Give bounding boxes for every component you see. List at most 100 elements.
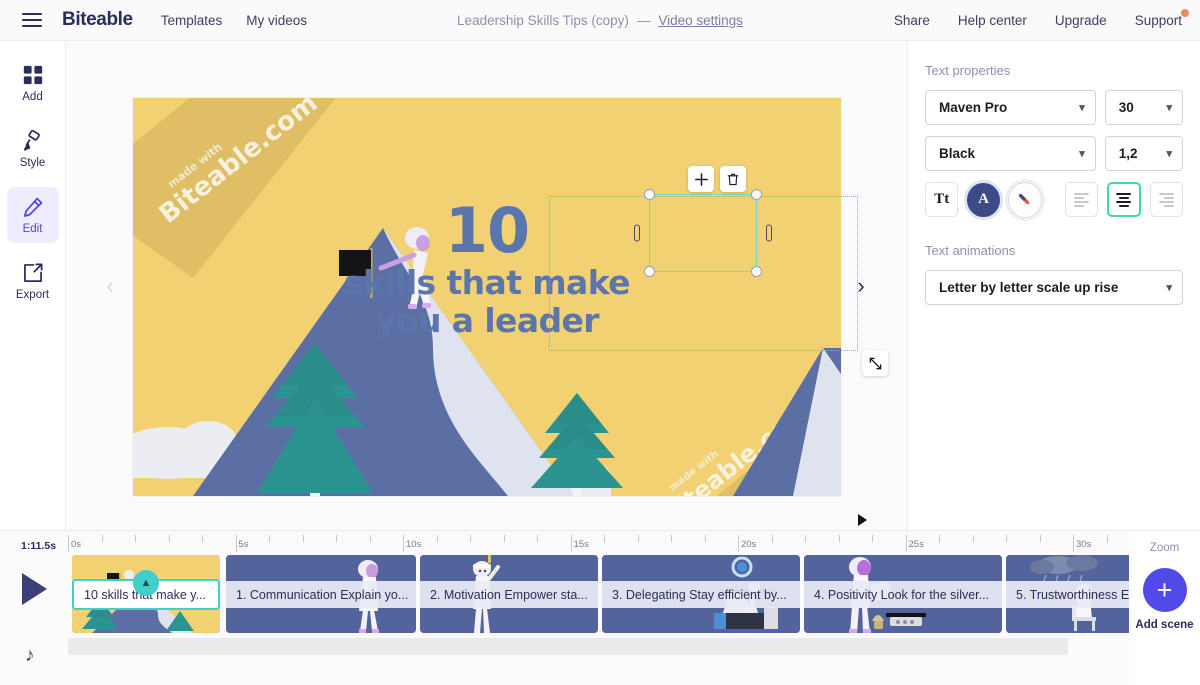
timeline: 1:11.5s ♪ 0s 5s 10s 15s 20s 25s 30s ▲ 10…	[0, 530, 1200, 685]
font-weight-value: Black	[939, 146, 976, 161]
audio-track[interactable]	[68, 638, 1068, 655]
canvas-area: ‹ › made with Biteable.com made with Bit…	[66, 41, 907, 530]
zoom-label: Zoom	[1149, 542, 1180, 554]
ruler-tick-minor	[202, 535, 203, 542]
text-case-label: Tt	[934, 191, 950, 207]
selection-toolbar	[688, 166, 746, 192]
ruler-tick-minor	[537, 535, 538, 542]
hamburger-icon[interactable]	[22, 13, 42, 27]
ruler-tick-minor	[872, 535, 873, 542]
pencil-icon	[23, 197, 42, 217]
scene-caption-4: 3. Delegating Stay efficient by...	[602, 581, 800, 608]
ruler-tick-minor	[1039, 535, 1041, 542]
scene-collapse-button[interactable]: ▲	[133, 570, 159, 596]
nav-templates[interactable]: Templates	[161, 13, 223, 28]
ruler-tick-minor	[369, 535, 371, 542]
highlighter-button[interactable]	[1008, 182, 1042, 217]
text-case-button[interactable]: Tt	[925, 182, 959, 217]
font-family-select[interactable]: Maven Pro ▾	[925, 90, 1096, 125]
align-center-button[interactable]	[1107, 182, 1141, 217]
resize-corner-icon	[869, 357, 881, 369]
rail-item-style[interactable]: Style	[7, 121, 59, 177]
scene-thumbnail-2[interactable]: 1. Communication Explain yo...	[226, 555, 416, 633]
chevron-down-icon: ▾	[1079, 102, 1085, 114]
biteable-editor: Biteable Templates My videos Leadership …	[0, 0, 1200, 685]
preview-play-button[interactable]	[858, 514, 867, 526]
font-size-select[interactable]: 30 ▾	[1104, 90, 1183, 125]
chevron-down-icon: ▾	[1166, 102, 1172, 114]
line-height-select[interactable]: 1,2 ▾	[1104, 136, 1183, 171]
align-right-icon	[1158, 191, 1174, 209]
text-selection-box[interactable]	[634, 189, 772, 277]
notification-dot-icon	[1181, 9, 1189, 17]
add-scene-label: Add scene	[1135, 619, 1194, 631]
rail-label-add: Add	[22, 90, 43, 103]
ruler-tick-label: 25s	[908, 539, 924, 550]
resize-handle-top-right[interactable]	[751, 189, 762, 200]
resize-handle-left[interactable]	[634, 224, 640, 242]
ruler-tick-minor	[168, 535, 170, 542]
text-animation-select[interactable]: Letter by letter scale up rise ▾	[925, 270, 1183, 305]
previous-scene-arrow[interactable]: ‹	[96, 272, 124, 300]
ruler-tick-minor	[972, 535, 974, 542]
video-settings-link[interactable]: Video settings	[658, 13, 743, 28]
brand-logo[interactable]: Biteable	[62, 9, 133, 31]
export-icon	[23, 263, 42, 282]
scene-caption-2: 1. Communication Explain yo...	[226, 581, 416, 608]
text-color-button[interactable]: A	[967, 182, 1000, 217]
rail-item-export[interactable]: Export	[7, 253, 59, 309]
ruler-tick-minor	[101, 535, 103, 542]
rail-item-add[interactable]: Add	[7, 55, 59, 111]
share-button[interactable]: Share	[894, 13, 930, 28]
ruler-tick-minor	[671, 535, 672, 542]
upgrade-button[interactable]: Upgrade	[1055, 13, 1107, 28]
support-button[interactable]: Support	[1134, 9, 1189, 28]
ruler-tick-minor	[604, 535, 605, 542]
text-style-buttons: Tt A	[925, 182, 1183, 217]
top-bar: Biteable Templates My videos Leadership …	[0, 0, 1200, 41]
resize-handle-top-left[interactable]	[644, 189, 655, 200]
ruler-tick-label: 10s	[406, 539, 422, 550]
ruler-tick-minor	[1006, 535, 1007, 542]
ruler-tick-label: 15s	[573, 539, 589, 550]
ruler-tick-minor	[704, 535, 706, 542]
text-color-label: A	[978, 191, 989, 207]
resize-handle-bottom-right[interactable]	[751, 266, 762, 277]
timeline-ruler[interactable]: 0s 5s 10s 15s 20s 25s 30s	[68, 535, 1200, 555]
scene-caption-3: 2. Motivation Empower sta...	[420, 581, 598, 608]
top-bar-actions: Share Help center Upgrade Support	[866, 0, 1189, 41]
help-center-button[interactable]: Help center	[958, 13, 1027, 28]
ruler-tick-minor	[269, 535, 270, 542]
ruler-tick-minor	[771, 535, 773, 542]
support-label: Support	[1134, 13, 1182, 28]
ruler-tick-label: 5s	[238, 539, 249, 550]
ruler-tick-label: 20s	[741, 539, 757, 550]
resize-handle-right[interactable]	[766, 224, 772, 242]
font-size-value: 30	[1118, 100, 1134, 115]
align-left-button[interactable]	[1064, 182, 1099, 217]
scene-thumbnail-4[interactable]: 3. Delegating Stay efficient by...	[602, 555, 800, 633]
delete-element-button[interactable]	[720, 166, 746, 192]
fit-stage-button[interactable]	[862, 350, 888, 376]
rail-label-style: Style	[19, 156, 46, 169]
ruler-tick-minor	[436, 535, 438, 542]
timeline-play-button[interactable]	[22, 573, 47, 605]
scene-thumbnail-5[interactable]: 4. Positivity Look for the silver...	[804, 555, 1002, 633]
add-element-button[interactable]	[688, 166, 714, 192]
scene-thumbnail-3[interactable]: 2. Motivation Empower sta...	[420, 555, 598, 633]
ruler-tick-minor	[336, 535, 337, 542]
weight-row: Black ▾ 1,2 ▾	[925, 136, 1183, 171]
resize-handle-bottom-left[interactable]	[644, 266, 655, 277]
chevron-down-icon: ▾	[1166, 282, 1172, 294]
scene-thumbnail-1[interactable]: ▲ 10 skills that make y...	[72, 555, 220, 633]
music-note-icon[interactable]: ♪	[25, 645, 35, 667]
rail-label-export: Export	[15, 288, 50, 301]
ruler-tick-minor	[838, 535, 840, 542]
align-right-button[interactable]	[1149, 182, 1183, 217]
chevron-down-icon: ▾	[1166, 148, 1172, 160]
plus-icon: +	[1156, 574, 1173, 605]
font-weight-select[interactable]: Black ▾	[925, 136, 1096, 171]
add-scene-button[interactable]: +	[1142, 568, 1187, 612]
rail-item-edit[interactable]: Edit	[6, 187, 59, 243]
nav-my-videos[interactable]: My videos	[246, 13, 307, 28]
